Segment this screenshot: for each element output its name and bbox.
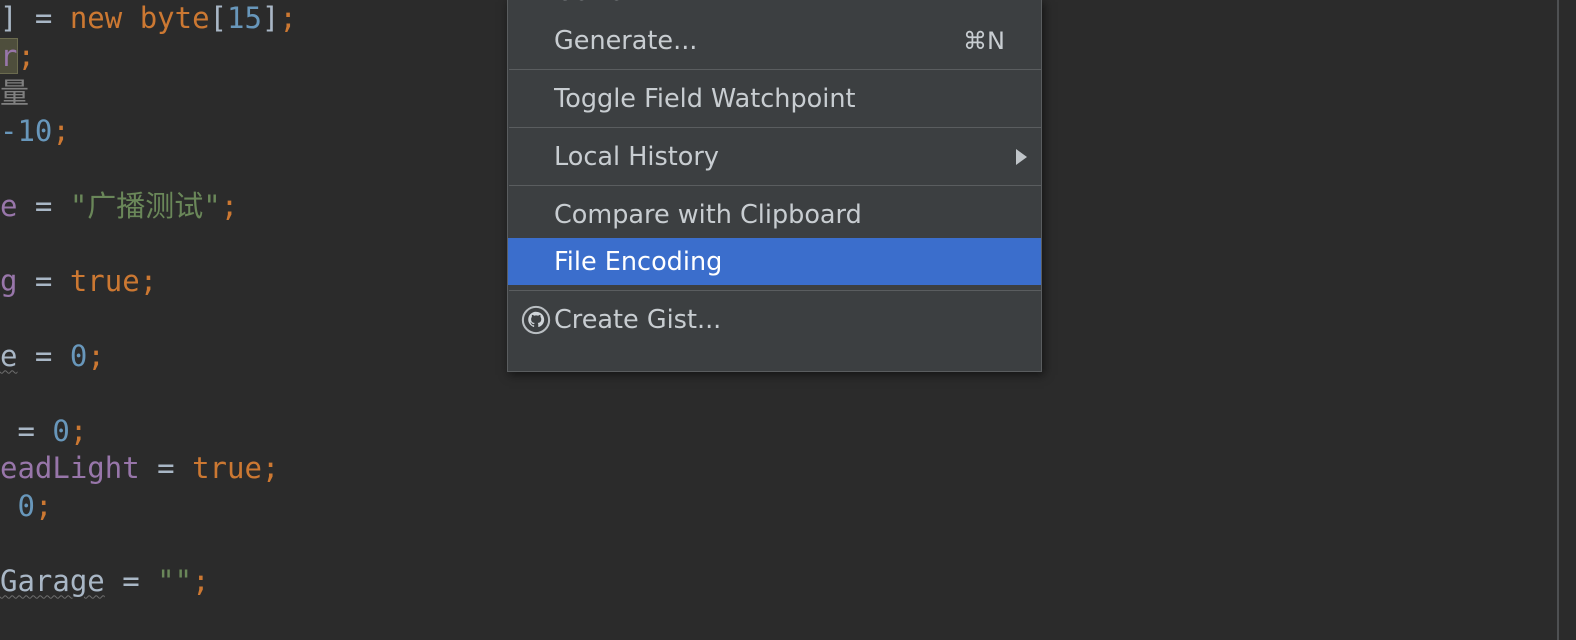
code-line: 0;: [0, 488, 297, 526]
code-token: new: [69, 1, 140, 35]
menu-item-label: Toggle Field Watchpoint: [554, 83, 856, 114]
code-line: Garage = "";: [0, 563, 297, 601]
menu-separator: [509, 69, 1041, 70]
code-token: =: [34, 1, 70, 35]
code-token: 量: [0, 76, 30, 110]
code-token: =: [34, 188, 70, 223]
code-token: r: [0, 37, 19, 74]
menu-item-label: Local History: [554, 141, 719, 172]
code-token: e: [0, 338, 18, 373]
menu-item-label: Compare with Clipboard: [554, 199, 862, 230]
code-token: =: [104, 563, 158, 598]
menu-item-icon-slot: [518, 25, 554, 57]
github-octocat-icon: [518, 304, 554, 336]
code-token: ;: [139, 263, 158, 298]
code-token: true: [69, 263, 140, 298]
code-token: ]: [0, 1, 35, 35]
code-line: -10;: [0, 113, 297, 151]
code-token: 0: [17, 488, 35, 523]
code-token: ;: [192, 563, 210, 598]
code-line: g = true;: [0, 263, 297, 301]
menu-item-icon-slot: [518, 246, 554, 278]
code-line: = 0;: [0, 413, 297, 451]
code-token: ;: [261, 451, 280, 485]
menu-item-generate[interactable]: Generate... ⌘N: [508, 17, 1041, 64]
menu-item-create-gist[interactable]: Create Gist...: [508, 296, 1041, 343]
code-text[interactable]: ] = new byte[15]; r; 量 -10; e = "广播测试"; g =…: [0, 0, 297, 600]
code-token: =: [0, 413, 53, 448]
menu-item-label: File Encoding: [554, 246, 723, 277]
code-token: g: [0, 263, 35, 298]
code-token: ;: [34, 488, 53, 523]
menu-item-icon-slot: [518, 83, 554, 115]
code-token: ;: [69, 413, 88, 448]
code-line: e = "广播测试";: [0, 188, 297, 226]
menu-item-go-to[interactable]: Go To: [508, 0, 1041, 17]
menu-item-icon-slot: [518, 199, 554, 231]
code-token: =: [17, 338, 70, 373]
code-token: e: [0, 188, 35, 223]
menu-item-compare-with-clipboard[interactable]: Compare with Clipboard: [508, 191, 1041, 238]
code-line: 量: [0, 75, 297, 113]
code-token: eadLight: [0, 451, 158, 485]
code-token: ;: [87, 338, 105, 373]
code-token: "广播测试": [69, 188, 221, 223]
code-token: ;: [17, 38, 35, 73]
menu-item-toggle-field-watchpoint[interactable]: Toggle Field Watchpoint: [508, 75, 1041, 122]
code-token: true: [192, 451, 262, 485]
code-line: ] = new byte[15];: [0, 0, 297, 38]
code-token: ]: [261, 1, 280, 35]
context-menu[interactable]: Go To Generate... ⌘N Toggle Field Watchpoin…: [507, 0, 1042, 372]
menu-item-icon-slot: [518, 141, 554, 173]
code-token: =: [157, 451, 193, 485]
code-token: Garage: [0, 563, 105, 598]
submenu-arrow-icon: [1005, 148, 1027, 165]
triangle-right-icon: [1016, 148, 1027, 165]
menu-item-file-encoding[interactable]: File Encoding: [508, 238, 1041, 285]
code-line: e = 0;: [0, 338, 297, 376]
menu-separator: [509, 127, 1041, 128]
menu-item-label: Create Gist...: [554, 304, 722, 335]
code-token: ;: [220, 188, 239, 223]
code-line: eadLight = true;: [0, 450, 297, 488]
code-line: r;: [0, 37, 297, 76]
code-token: =: [34, 263, 70, 298]
code-token: 0: [69, 338, 88, 373]
menu-item-label: Go To: [554, 0, 1005, 7]
menu-item-shortcut: ⌘N: [963, 26, 1005, 55]
code-token: byte: [139, 1, 210, 35]
code-token: ;: [52, 113, 70, 148]
code-token: 15: [227, 1, 262, 35]
editor-right-divider: [1557, 0, 1559, 640]
code-token: ;: [279, 1, 297, 35]
menu-separator: [509, 185, 1041, 186]
menu-separator: [509, 290, 1041, 291]
menu-item-local-history[interactable]: Local History: [508, 133, 1041, 180]
code-token: -10: [0, 113, 53, 148]
code-token: 0: [52, 413, 70, 448]
code-token: [: [209, 1, 227, 35]
menu-item-label: Generate...: [554, 25, 698, 56]
code-token: "": [157, 563, 193, 598]
